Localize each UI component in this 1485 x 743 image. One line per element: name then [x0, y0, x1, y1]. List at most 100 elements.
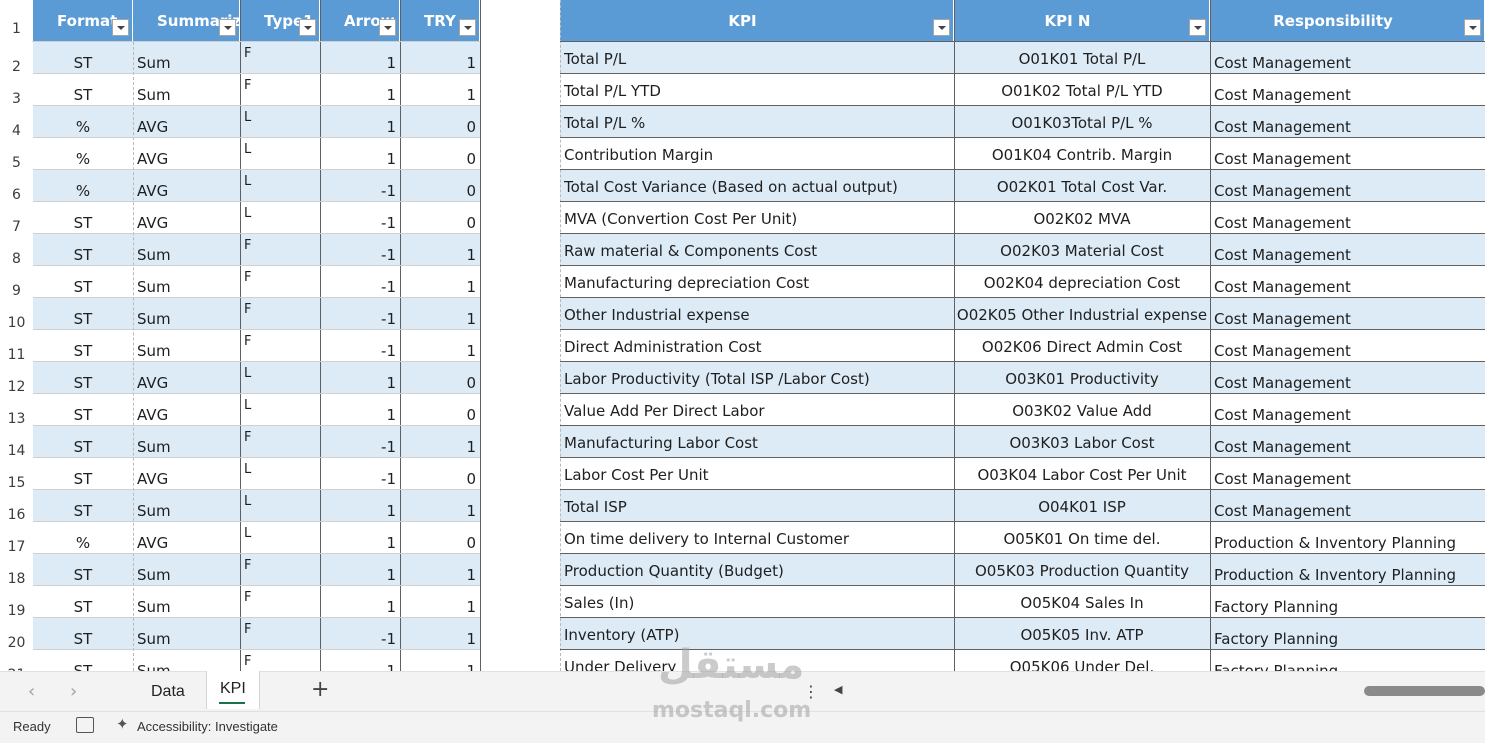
- row-number[interactable]: 15: [0, 458, 33, 491]
- empty-cell[interactable]: [480, 74, 560, 106]
- summarize-cell[interactable]: Sum: [133, 490, 240, 522]
- accessibility-status[interactable]: Accessibility: Investigate: [137, 719, 278, 734]
- format-cell[interactable]: %: [33, 522, 133, 554]
- empty-cell[interactable]: [480, 362, 560, 394]
- kpi-name-cell[interactable]: O03K02 Value Add: [954, 394, 1210, 426]
- row-number[interactable]: 18: [0, 554, 33, 587]
- summarize-cell[interactable]: Sum: [133, 650, 240, 671]
- arrow-cell[interactable]: -1: [320, 330, 400, 362]
- format-cell[interactable]: ST: [33, 586, 133, 618]
- summarize-cell[interactable]: Sum: [133, 426, 240, 458]
- kpi-name-cell[interactable]: O05K04 Sales In: [954, 586, 1210, 618]
- kpi-name-cell[interactable]: O05K01 On time del.: [954, 522, 1210, 554]
- try-cell[interactable]: 0: [400, 362, 480, 394]
- macro-record-icon[interactable]: [76, 717, 94, 733]
- try-cell[interactable]: 1: [400, 330, 480, 362]
- type-cell[interactable]: F: [240, 42, 320, 74]
- responsibility-cell[interactable]: Cost Management: [1210, 138, 1485, 170]
- responsibility-cell[interactable]: Cost Management: [1210, 202, 1485, 234]
- spreadsheet-grid[interactable]: Format Summariz Type1 Arrow TRY KPI KPI N Respo…: [0, 0, 1485, 671]
- empty-cell[interactable]: [480, 234, 560, 266]
- kpi-cell[interactable]: Raw material & Components Cost: [560, 234, 954, 266]
- kpi-cell[interactable]: Manufacturing depreciation Cost: [560, 266, 954, 298]
- try-cell[interactable]: 1: [400, 74, 480, 106]
- format-cell[interactable]: ST: [33, 426, 133, 458]
- type-cell[interactable]: L: [240, 394, 320, 426]
- empty-cell[interactable]: [480, 42, 560, 74]
- arrow-cell[interactable]: -1: [320, 234, 400, 266]
- type-cell[interactable]: L: [240, 362, 320, 394]
- filter-dropdown-icon[interactable]: [1464, 19, 1481, 36]
- try-cell[interactable]: 1: [400, 490, 480, 522]
- type-cell[interactable]: F: [240, 426, 320, 458]
- type-cell[interactable]: F: [240, 650, 320, 671]
- format-cell[interactable]: ST: [33, 202, 133, 234]
- empty-cell[interactable]: [480, 650, 560, 671]
- empty-cell[interactable]: [480, 298, 560, 330]
- arrow-cell[interactable]: 1: [320, 650, 400, 671]
- column-header-kpi[interactable]: KPI: [560, 0, 954, 41]
- responsibility-cell[interactable]: Cost Management: [1210, 170, 1485, 202]
- column-header-arrow[interactable]: Arrow: [320, 0, 400, 41]
- kpi-name-cell[interactable]: O02K03 Material Cost: [954, 234, 1210, 266]
- column-header-type1[interactable]: Type1: [240, 0, 320, 41]
- kpi-name-cell[interactable]: O05K05 Inv. ATP: [954, 618, 1210, 650]
- kpi-cell[interactable]: Manufacturing Labor Cost: [560, 426, 954, 458]
- row-number[interactable]: 9: [0, 266, 33, 299]
- row-number[interactable]: 12: [0, 362, 33, 395]
- summarize-cell[interactable]: AVG: [133, 458, 240, 490]
- empty-cell[interactable]: [480, 522, 560, 554]
- empty-cell[interactable]: [480, 106, 560, 138]
- row-number[interactable]: 3: [0, 74, 33, 107]
- responsibility-cell[interactable]: Production & Inventory Planning: [1210, 554, 1485, 586]
- type-cell[interactable]: L: [240, 170, 320, 202]
- arrow-cell[interactable]: 1: [320, 586, 400, 618]
- empty-cell[interactable]: [480, 138, 560, 170]
- type-cell[interactable]: F: [240, 234, 320, 266]
- kpi-name-cell[interactable]: O02K05 Other Industrial expense: [954, 298, 1210, 330]
- arrow-cell[interactable]: -1: [320, 618, 400, 650]
- responsibility-cell[interactable]: Cost Management: [1210, 330, 1485, 362]
- row-number[interactable]: 6: [0, 170, 33, 203]
- empty-cell[interactable]: [480, 618, 560, 650]
- responsibility-cell[interactable]: Cost Management: [1210, 234, 1485, 266]
- arrow-cell[interactable]: -1: [320, 426, 400, 458]
- row-number[interactable]: 20: [0, 618, 33, 651]
- empty-cell[interactable]: [480, 170, 560, 202]
- summarize-cell[interactable]: Sum: [133, 234, 240, 266]
- try-cell[interactable]: 1: [400, 618, 480, 650]
- type-cell[interactable]: L: [240, 458, 320, 490]
- responsibility-cell[interactable]: Factory Planning: [1210, 586, 1485, 618]
- empty-cell[interactable]: [480, 458, 560, 490]
- try-cell[interactable]: 1: [400, 234, 480, 266]
- summarize-cell[interactable]: AVG: [133, 202, 240, 234]
- format-cell[interactable]: %: [33, 170, 133, 202]
- responsibility-cell[interactable]: Factory Planning: [1210, 618, 1485, 650]
- column-header-summariz[interactable]: Summariz: [133, 0, 240, 41]
- arrow-cell[interactable]: 1: [320, 394, 400, 426]
- kpi-cell[interactable]: Total P/L %: [560, 106, 954, 138]
- filter-dropdown-icon[interactable]: [1189, 19, 1206, 36]
- responsibility-cell[interactable]: Factory Planning: [1210, 650, 1485, 671]
- summarize-cell[interactable]: Sum: [133, 330, 240, 362]
- try-cell[interactable]: 1: [400, 266, 480, 298]
- filter-dropdown-icon[interactable]: [379, 19, 396, 36]
- arrow-cell[interactable]: 1: [320, 554, 400, 586]
- type-cell[interactable]: F: [240, 618, 320, 650]
- tab-kpi[interactable]: KPI: [206, 671, 260, 709]
- try-cell[interactable]: 1: [400, 554, 480, 586]
- try-cell[interactable]: 0: [400, 522, 480, 554]
- try-cell[interactable]: 0: [400, 138, 480, 170]
- summarize-cell[interactable]: AVG: [133, 394, 240, 426]
- filter-dropdown-icon[interactable]: [112, 19, 129, 36]
- row-number[interactable]: 17: [0, 522, 33, 555]
- arrow-cell[interactable]: 1: [320, 106, 400, 138]
- filter-dropdown-icon[interactable]: [933, 19, 950, 36]
- type-cell[interactable]: F: [240, 330, 320, 362]
- summarize-cell[interactable]: Sum: [133, 42, 240, 74]
- arrow-cell[interactable]: 1: [320, 74, 400, 106]
- responsibility-cell[interactable]: Cost Management: [1210, 266, 1485, 298]
- try-cell[interactable]: 1: [400, 650, 480, 671]
- kpi-name-cell[interactable]: O02K06 Direct Admin Cost: [954, 330, 1210, 362]
- summarize-cell[interactable]: AVG: [133, 362, 240, 394]
